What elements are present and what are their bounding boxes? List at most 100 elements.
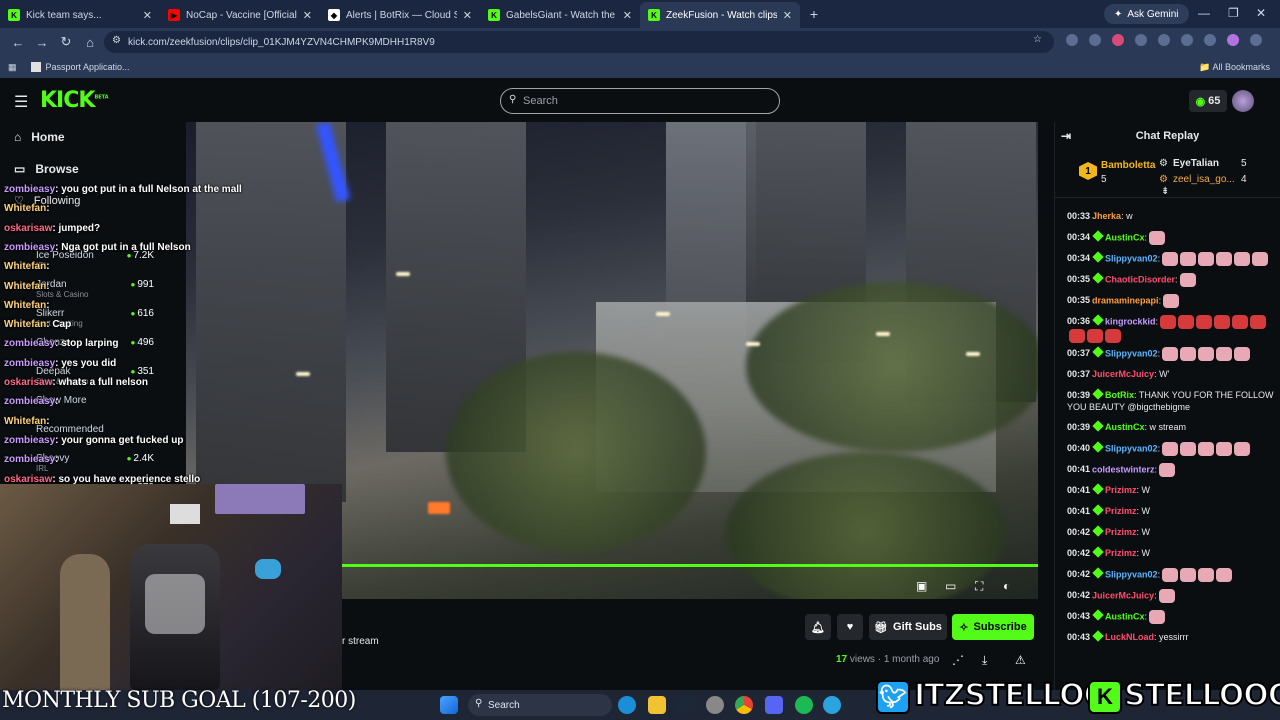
browser-tab[interactable]: K ZeekFusion - Watch clips on Ki... ✕ [640,2,800,28]
reload-icon[interactable]: ↻ [54,34,78,50]
chat-username[interactable]: Slippyvan02 [1105,443,1158,453]
browser-tab[interactable]: ◆ Alerts | BotRix — Cloud Stream... ✕ [320,2,480,28]
download-icon[interactable]: ⤓ [982,653,987,668]
sidebar-channel[interactable]: DeepakSlots & Casino 351 [18,366,178,386]
app-icon[interactable] [706,696,724,714]
kick-points-button[interactable]: ◉ 65 [1189,90,1227,112]
search-input[interactable]: ⚲ Search [500,88,780,114]
close-tab-icon[interactable]: ✕ [463,9,472,22]
ask-gemini-button[interactable]: ✦ Ask Gemini [1104,4,1189,24]
follow-button[interactable]: ♥ [837,614,863,640]
gift-subs-button[interactable]: 🎁︎ Gift Subs [869,614,947,640]
telegram-icon[interactable] [823,696,841,714]
profile-icon[interactable] [1227,34,1239,46]
close-tab-icon[interactable]: ✕ [143,9,152,22]
chat-username[interactable]: AustinCx [1105,232,1145,242]
menu-icon[interactable]: ☰ [14,92,28,112]
browser-tab[interactable]: ▶ NoCap - Vaccine [Official M... ✕ [160,2,320,28]
extension-icon[interactable] [1066,34,1078,46]
report-icon[interactable]: ⚠ [1015,653,1026,667]
playback-icon[interactable]: ◐ [1003,579,1010,593]
close-tab-icon[interactable]: ✕ [623,9,632,22]
bookmark-passport[interactable]: Passport Applicatio... [46,62,130,72]
chat-username[interactable]: Jherka [1092,211,1121,221]
chat-username[interactable]: LuckNLoad [1105,632,1154,642]
home-icon[interactable]: ⌂ [78,35,102,50]
url-field[interactable]: ⚙ kick.com/zeekfusion/clips/clip_01KJM4Y… [104,31,1054,53]
theater-mode-icon[interactable]: ▭ [945,579,956,593]
forward-icon[interactable]: → [30,35,54,50]
minimize-icon[interactable]: — [1198,6,1210,20]
chat-username[interactable]: JuicerMcJuicy [1092,590,1154,600]
download-icon[interactable] [1181,34,1193,46]
badge-icon [1092,546,1104,558]
taskbar-search[interactable]: ⚲ Search [468,694,612,716]
back-icon[interactable]: ← [6,35,30,50]
menu-icon[interactable] [1250,34,1262,46]
all-bookmarks[interactable]: 📁 All Bookmarks [1199,62,1270,73]
subscribe-button[interactable]: ✧ Subscribe [952,614,1034,640]
chat-username[interactable]: kingrockkid [1105,316,1156,326]
chat-username[interactable]: Prizimz [1105,485,1137,495]
fullscreen-icon[interactable]: ⛶ [975,579,983,594]
file-explorer-icon[interactable] [648,696,666,714]
close-tab-icon[interactable]: ✕ [783,9,792,22]
chat-username[interactable]: Prizimz [1105,506,1137,516]
progress-bar[interactable] [342,564,1038,567]
sidebar-following[interactable]: ♡ Following [14,194,80,208]
collapse-chat-icon[interactable]: ⇥ [1061,129,1071,143]
chat-username[interactable]: Prizimz [1105,548,1137,558]
expand-leaderboard-icon[interactable]: ⇟ [1161,186,1169,197]
close-window-icon[interactable]: ✕ [1256,6,1266,20]
chat-username[interactable]: dramaminepapi [1092,295,1159,305]
chat-username[interactable]: AustinCx [1105,422,1145,432]
puzzle-icon[interactable] [1135,34,1147,46]
leader-name[interactable]: EyeTalian [1173,158,1219,169]
sidebar-channel[interactable]: JordanSlots & Casino 991 [18,279,178,299]
sidebar-channel[interactable]: Show More [18,395,178,406]
sidebar-channel[interactable]: Chenzo 496 [18,337,178,348]
chat-username[interactable]: AustinCx [1105,611,1145,621]
close-tab-icon[interactable]: ✕ [303,9,312,22]
chat-username[interactable]: JuicerMcJuicy [1092,369,1154,379]
downloads-icon[interactable] [1204,34,1216,46]
emote-icon [1087,329,1103,343]
media-icon[interactable] [1158,34,1170,46]
steam-icon[interactable] [677,696,695,714]
browser-tab[interactable]: K GabelsGiant - Watch the VOD... ✕ [480,2,640,28]
chrome-icon[interactable] [735,696,753,714]
sidebar-channel[interactable]: ShoovyIRL 2.4K [18,453,178,473]
edge-icon[interactable] [618,696,636,714]
chat-username[interactable]: ChaoticDisorder [1105,274,1175,284]
chat-username[interactable]: Slippyvan02 [1105,569,1158,579]
chat-username[interactable]: Slippyvan02 [1105,348,1158,358]
leader-name[interactable]: zeel_isa_go... [1173,174,1235,185]
user-avatar[interactable] [1232,90,1254,112]
extension-icon[interactable] [1112,34,1124,46]
leader-name[interactable]: Bamboletta [1101,160,1155,171]
discord-icon[interactable] [765,696,783,714]
windows-start-icon[interactable] [440,696,458,714]
sidebar-channel[interactable]: SlikerrJust Chatting 616 [18,308,178,328]
apps-icon[interactable]: ▦ [8,62,17,73]
emote-icon [1216,252,1233,266]
chat-username[interactable]: BotRix [1105,390,1134,400]
spotify-icon[interactable] [795,696,813,714]
maximize-icon[interactable]: ❐ [1228,6,1239,20]
sidebar-channel[interactable]: Recommended [18,424,178,435]
bookmark-star-icon[interactable]: ☆ [1033,34,1042,45]
share-icon[interactable]: ⋰ [952,653,964,667]
sidebar-channel[interactable]: Ice PoseidonIRL 7.2K [18,250,178,270]
kick-logo[interactable]: KICKBETA [40,88,109,113]
extension-icon[interactable] [1089,34,1101,46]
site-info-icon[interactable]: ⚙ [112,35,121,46]
sidebar-home[interactable]: ⌂ Home [14,130,65,144]
chat-username[interactable]: coldestwinterz [1092,464,1155,474]
browser-tab[interactable]: K Kick team says... ✕ [0,2,160,28]
notify-button[interactable]: 🔔︎ [805,614,831,640]
sidebar-browse[interactable]: ▭ Browse [14,162,79,176]
new-tab-button[interactable]: + [804,4,824,24]
chat-username[interactable]: Prizimz [1105,527,1137,537]
miniplayer-icon[interactable]: ▣ [916,579,927,593]
chat-username[interactable]: Slippyvan02 [1105,253,1158,263]
